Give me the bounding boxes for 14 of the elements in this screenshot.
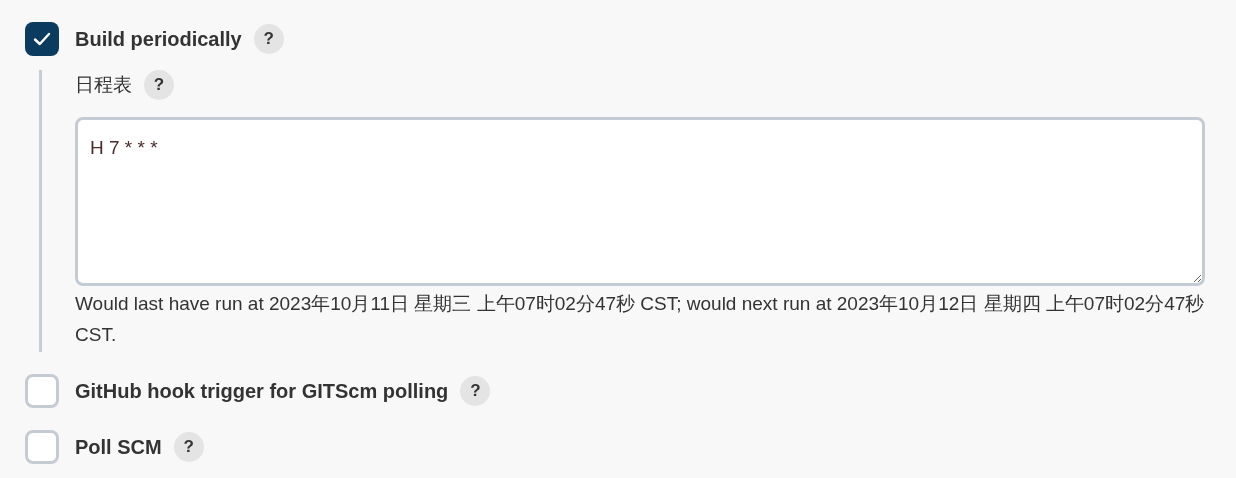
help-button[interactable]: ? xyxy=(253,24,284,54)
help-button[interactable]: ? xyxy=(460,376,491,406)
checkbox-label: Poll SCM xyxy=(75,435,162,460)
field-label: 日程表 xyxy=(75,72,132,97)
help-button[interactable]: ? xyxy=(144,70,174,100)
help-button[interactable]: ? xyxy=(173,432,204,462)
checkbox-label: Build periodically xyxy=(75,27,242,52)
checkmark-icon xyxy=(33,32,51,46)
checkbox[interactable] xyxy=(25,374,59,408)
schedule-note: Would last have run at 2023年10月11日 星期三 上午07时02分47秒 CST; would next run at 2023年10月12日 星期四 上午07时02分47秒 CST. xyxy=(75,292,1206,347)
schedule-field[interactable]: H 7 * * * xyxy=(75,117,1205,286)
checkbox[interactable] xyxy=(25,430,59,464)
checkbox[interactable] xyxy=(25,22,59,56)
checkbox-label: GitHub hook trigger for GITScm polling xyxy=(75,379,449,404)
